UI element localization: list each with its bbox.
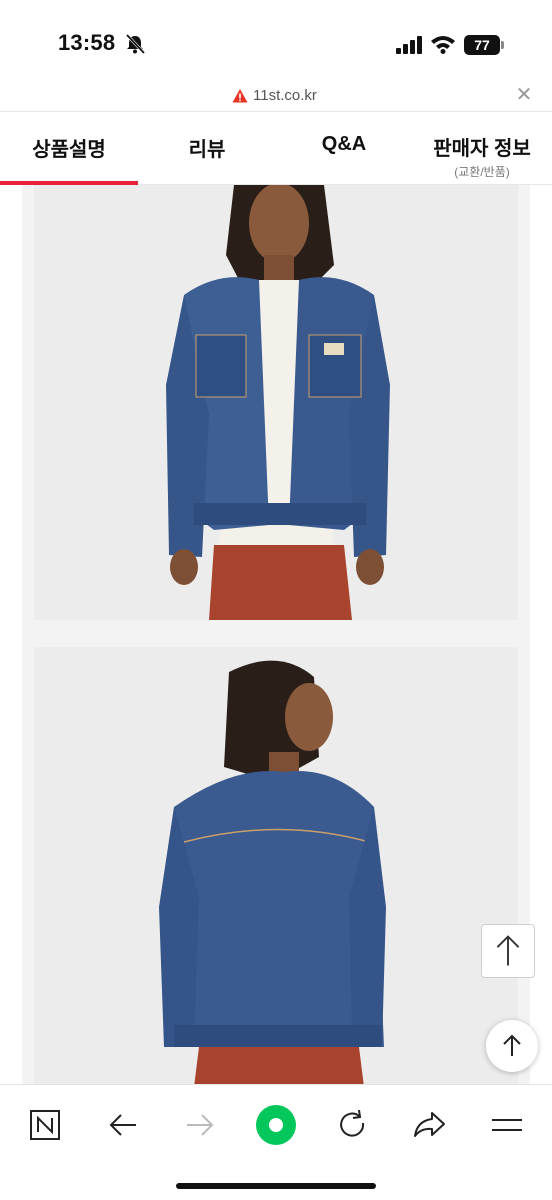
green-dot-button[interactable] (254, 1103, 298, 1147)
reload-icon (340, 1109, 365, 1137)
arrow-up-icon (503, 1034, 521, 1056)
battery-tip (501, 41, 504, 49)
back-button[interactable] (101, 1103, 145, 1147)
denim-jacket-front-photo (34, 185, 518, 620)
wifi-icon (431, 36, 455, 54)
tab-description[interactable]: 상품설명 (0, 113, 138, 185)
tab-qna[interactable]: Q&A (276, 113, 412, 185)
naver-home-button[interactable] (23, 1103, 67, 1147)
home-indicator (176, 1183, 376, 1189)
menu-button[interactable] (485, 1103, 529, 1147)
tab-reviews[interactable]: 리뷰 (138, 113, 276, 185)
denim-jacket-back-photo (34, 647, 518, 1085)
bell-slash-icon (125, 33, 146, 55)
battery-icon: 77 (464, 35, 504, 55)
tab-label: Q&A (321, 133, 367, 155)
arrow-up-icon (496, 935, 520, 966)
naver-n-icon (30, 1110, 60, 1140)
battery-level: 77 (464, 35, 500, 55)
url-bar[interactable]: 11st.co.kr ✕ (0, 82, 552, 112)
url-domain[interactable]: 11st.co.kr (253, 87, 317, 104)
menu-icon (492, 1119, 522, 1131)
tab-seller-info[interactable]: 판매자 정보 (교환/반품) (412, 113, 552, 185)
share-button[interactable] (407, 1103, 451, 1147)
tab-label: 리뷰 (188, 139, 226, 161)
back-arrow-icon (109, 1114, 136, 1136)
forward-arrow-icon (187, 1114, 214, 1136)
forward-button[interactable] (178, 1103, 222, 1147)
share-icon (414, 1112, 445, 1137)
tab-sublabel: (교환/반품) (454, 165, 510, 179)
reload-button[interactable] (330, 1103, 374, 1147)
scroll-top-round-button[interactable] (486, 1020, 538, 1072)
product-detail-content (22, 185, 530, 1085)
tab-label: 판매자 정보 (433, 138, 531, 160)
status-time: 13:58 (58, 30, 116, 55)
green-dot-icon (256, 1105, 296, 1145)
product-tabs: 상품설명 리뷰 Q&A 판매자 정보 (교환/반품) (0, 113, 552, 185)
browser-toolbar (0, 1084, 552, 1200)
signal-icon (396, 36, 422, 54)
close-icon[interactable]: ✕ (514, 85, 534, 105)
status-bar: 13:58 77 (0, 0, 552, 86)
warning-triangle-icon (232, 89, 248, 103)
scroll-top-button[interactable] (481, 924, 535, 978)
tab-label: 상품설명 (32, 139, 106, 161)
